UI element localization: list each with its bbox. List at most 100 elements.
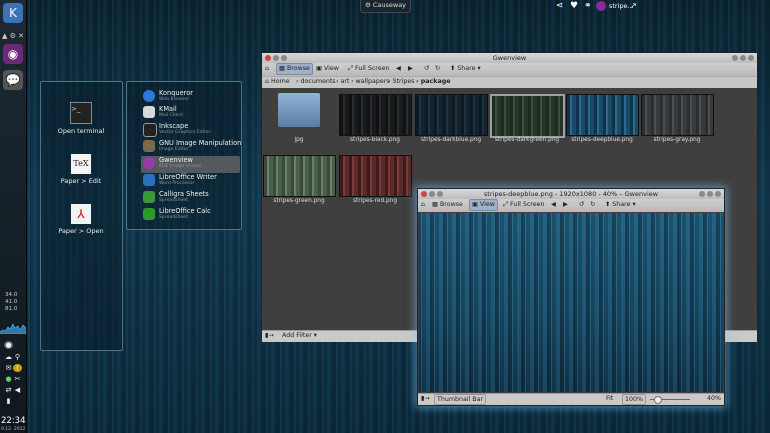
maximize-icon[interactable] bbox=[707, 191, 713, 197]
breadcrumb-stripes[interactable]: Stripes bbox=[393, 78, 415, 85]
system-monitor-stats: 34.0 41.0 81.0 bbox=[5, 292, 17, 313]
toggle-sidebar-icon[interactable]: ▮→ bbox=[421, 394, 430, 404]
thumb-stripes-darkblue[interactable] bbox=[415, 94, 488, 136]
thumb-stripes-green[interactable] bbox=[263, 155, 336, 197]
breadcrumb-package[interactable]: package bbox=[421, 78, 451, 85]
rotate-right-icon[interactable]: ↻ bbox=[590, 200, 595, 210]
breadcrumb-item[interactable]: › wallpapers bbox=[351, 77, 390, 87]
toggle-sidebar-icon[interactable]: ▮→ bbox=[265, 331, 274, 341]
battery-icon[interactable]: ▮ bbox=[4, 397, 13, 405]
window-close-icon[interactable] bbox=[748, 55, 754, 61]
app-konqueror[interactable]: Konqueror Web Browser bbox=[141, 89, 240, 106]
breadcrumb-documents[interactable]: documents bbox=[301, 78, 336, 85]
chat-status-icon[interactable]: ● bbox=[4, 375, 13, 383]
gwenview-task-icon[interactable]: ◉ bbox=[3, 44, 23, 64]
window-menu-icon[interactable] bbox=[429, 191, 435, 197]
zoom-slider-handle[interactable] bbox=[654, 396, 662, 404]
updates-icon[interactable]: ! bbox=[13, 364, 22, 372]
app-libreoffice-calc[interactable]: LibreOffice Calc Spreadsheet bbox=[141, 207, 240, 224]
app-inkscape[interactable]: Inkscape Vector Graphics Editor bbox=[141, 122, 240, 139]
home-small-icon[interactable]: ⌂ Home bbox=[265, 77, 290, 87]
thumb-stripes-red[interactable] bbox=[339, 155, 412, 197]
paper-edit-item[interactable]: TeX Paper > Edit bbox=[46, 154, 116, 185]
sticky-icon[interactable] bbox=[281, 55, 287, 61]
breadcrumb-wallpapers[interactable]: wallpapers bbox=[356, 78, 390, 85]
app-name: Inkscape bbox=[159, 122, 189, 130]
tools-icon[interactable]: ✂ bbox=[13, 375, 22, 383]
open-terminal-item[interactable]: >_ Open terminal bbox=[46, 102, 116, 135]
clock-time[interactable]: 22:34 bbox=[1, 416, 26, 426]
zoom-100-button[interactable]: 100% bbox=[622, 394, 647, 405]
close-button-icon[interactable] bbox=[265, 55, 271, 61]
close-button-icon[interactable] bbox=[421, 191, 427, 197]
activity-switcher[interactable]: ⚙ Causeway bbox=[360, 0, 411, 13]
location-icon[interactable]: ⚲ bbox=[13, 353, 22, 361]
paper-open-item[interactable]: ⅄ Paper > Open bbox=[46, 204, 116, 235]
app-kmail[interactable]: KMail Mail Client bbox=[141, 105, 240, 122]
maximize-icon[interactable] bbox=[740, 55, 746, 61]
app-libreoffice-writer[interactable]: LibreOffice Writer Word Processor bbox=[141, 173, 240, 190]
browse-button[interactable]: ▦ Browse bbox=[276, 63, 313, 75]
add-filter-button[interactable]: Add Filter ▾ bbox=[282, 331, 317, 341]
next-icon[interactable]: ▶ bbox=[563, 200, 568, 210]
app-name: KMail bbox=[159, 105, 177, 113]
open-external-icon[interactable]: ↗ bbox=[630, 1, 637, 10]
app-gwenview[interactable]: Gwenview KDE Image Viewer bbox=[141, 156, 240, 173]
rotate-left-icon[interactable]: ↺ bbox=[424, 64, 429, 74]
gwenview-icon[interactable] bbox=[596, 1, 606, 11]
left-panel: K ▲ ⚙ ✕ ◉ 💬 34.0 41.0 81.0 ● ⚲ ☁ ✉ ! ● ✂… bbox=[0, 0, 27, 433]
home-icon[interactable]: ⌂ bbox=[265, 64, 269, 74]
panel-controls-icons[interactable]: ▲ ⚙ ✕ bbox=[2, 32, 24, 40]
thumb-stripes-gray[interactable] bbox=[641, 94, 714, 136]
chat-task-icon[interactable]: 💬 bbox=[3, 70, 23, 90]
notification-icon[interactable]: ● bbox=[4, 341, 13, 349]
volume-icon[interactable]: ◀ bbox=[13, 386, 22, 394]
window-menu-icon[interactable] bbox=[273, 55, 279, 61]
next-icon[interactable]: ▶ bbox=[408, 64, 413, 74]
view-button[interactable]: ▣ View bbox=[316, 64, 339, 74]
window-titlebar[interactable]: stripes-deepblue.png - 1920x1080 - 40% –… bbox=[418, 189, 724, 199]
sticky-icon[interactable] bbox=[437, 191, 443, 197]
previous-icon[interactable]: ◀ bbox=[551, 200, 556, 210]
activity-label: Causeway bbox=[372, 1, 407, 9]
cloud-icon[interactable]: ☁ bbox=[4, 353, 13, 361]
window-close-icon[interactable] bbox=[715, 191, 721, 197]
browse-button[interactable]: ▦ Browse bbox=[432, 200, 463, 210]
image-canvas[interactable] bbox=[419, 213, 723, 392]
link-icon[interactable]: ⚭ bbox=[584, 1, 592, 11]
share-button[interactable]: ⬆ Share ▾ bbox=[450, 64, 481, 74]
rotate-right-icon[interactable]: ↻ bbox=[435, 64, 440, 74]
view-button[interactable]: ▣ View bbox=[469, 199, 498, 211]
breadcrumb-item[interactable]: › package bbox=[416, 77, 451, 87]
breadcrumb-art[interactable]: art bbox=[341, 78, 350, 85]
network-icon[interactable]: ⇄ bbox=[4, 386, 13, 394]
minimize-icon[interactable] bbox=[699, 191, 705, 197]
breadcrumb-item[interactable]: › documents bbox=[296, 77, 336, 87]
clock-date: 9.12. 2012 bbox=[1, 427, 26, 432]
fullscreen-button[interactable]: ⤢ Full Screen bbox=[503, 200, 544, 210]
thumb-stripes-deepblue[interactable] bbox=[566, 94, 639, 136]
app-calligra-sheets[interactable]: Calligra Sheets Spreadsheet bbox=[141, 190, 240, 207]
app-name: GNU Image Manipulation bbox=[159, 139, 242, 147]
fullscreen-button[interactable]: ⤢ Full Screen bbox=[348, 64, 389, 74]
thumb-stripes-darkgreen[interactable] bbox=[490, 94, 565, 138]
heart-icon[interactable]: ♥ bbox=[570, 1, 578, 11]
folder-thumbnail[interactable] bbox=[278, 93, 320, 127]
window-titlebar[interactable]: Gwenview bbox=[262, 53, 757, 63]
kde-menu-icon[interactable]: K bbox=[3, 3, 23, 23]
thumbnail-bar-toggle[interactable]: Thumbnail Bar bbox=[434, 394, 487, 405]
rotate-left-icon[interactable]: ↺ bbox=[579, 200, 584, 210]
share-button[interactable]: ⬆ Share ▾ bbox=[605, 200, 636, 210]
mail-icon[interactable]: ✉ bbox=[4, 364, 13, 372]
calc-icon bbox=[143, 208, 155, 220]
minimize-icon[interactable] bbox=[732, 55, 738, 61]
breadcrumb-home[interactable]: Home bbox=[271, 78, 290, 85]
previous-icon[interactable]: ◀ bbox=[396, 64, 401, 74]
share-icon[interactable]: ⋖ bbox=[556, 1, 564, 11]
zoom-fit-button[interactable]: Fit bbox=[606, 394, 613, 404]
app-gimp[interactable]: GNU Image Manipulation Image Editor bbox=[141, 139, 242, 156]
breadcrumb-item[interactable]: › art bbox=[336, 77, 349, 87]
home-icon[interactable]: ⌂ bbox=[421, 200, 425, 210]
thumb-stripes-black[interactable] bbox=[339, 94, 412, 136]
breadcrumb-item[interactable]: › Stripes bbox=[388, 77, 415, 87]
